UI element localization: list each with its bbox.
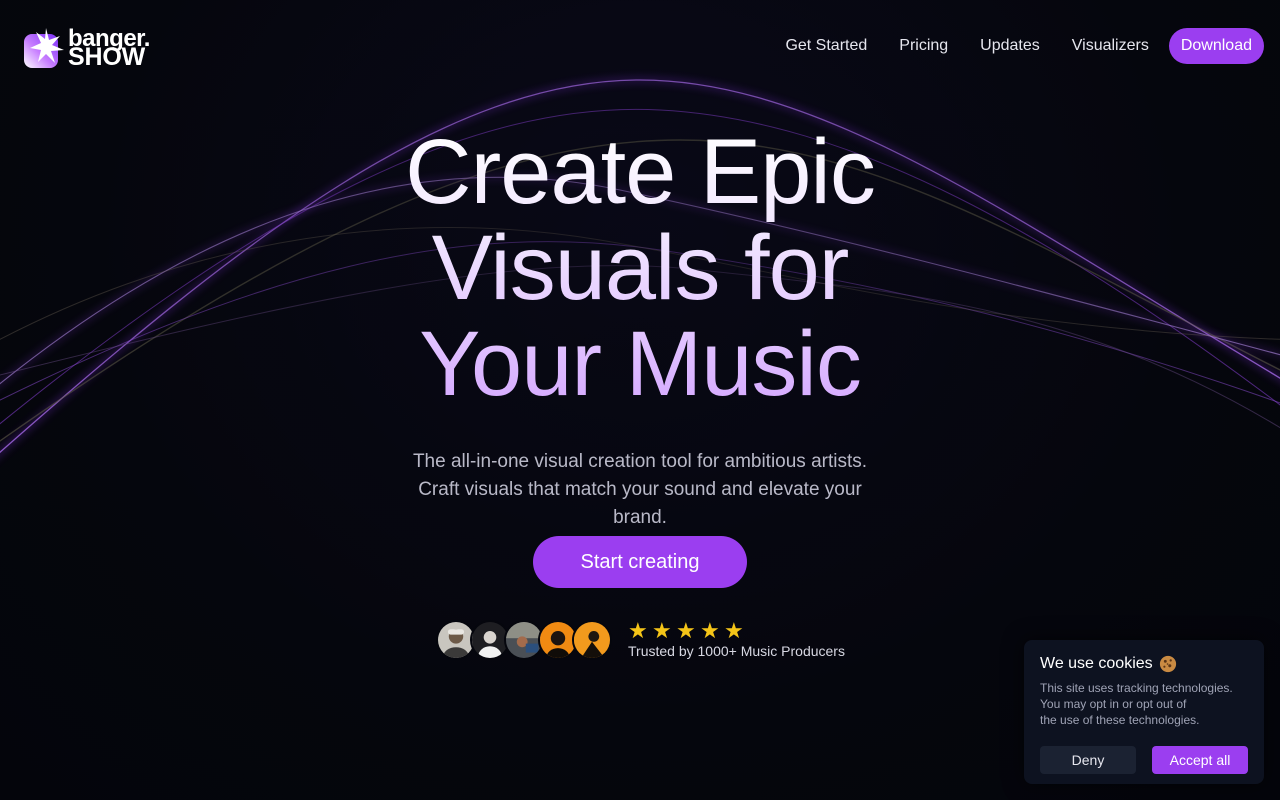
brand-logo[interactable]: banger. SHOW (24, 27, 150, 71)
cookie-icon (1159, 655, 1176, 673)
nav-get-started[interactable]: Get Started (785, 28, 867, 64)
download-button[interactable]: Download (1168, 28, 1264, 64)
hero-title: Create Epic Visuals for Your Music (0, 124, 1280, 412)
brand-name-bottom: SHOW (68, 43, 145, 71)
star-icon: ★ (676, 618, 696, 643)
cookie-banner: We use cookies This site uses tracking t… (1024, 640, 1264, 784)
star-icon: ★ (652, 618, 672, 643)
nav-visualizers[interactable]: Visualizers (1072, 28, 1149, 64)
rating-stars: ★ ★ ★ ★ ★ (628, 618, 845, 643)
avatar (572, 620, 612, 660)
top-navigation: Get Started Pricing Updates Visualizers … (785, 28, 1264, 64)
cookie-title-text: We use cookies (1040, 655, 1153, 672)
accept-all-button[interactable]: Accept all (1152, 746, 1248, 774)
cookie-description: This site uses tracking technologies. Yo… (1040, 680, 1248, 728)
star-icon: ★ (724, 618, 744, 643)
landing-page: banger. SHOW Get Started Pricing Updates… (0, 0, 1280, 800)
cookie-actions: Deny Accept all (1040, 746, 1248, 774)
cookie-text-line-1: This site uses tracking technologies. (1040, 681, 1233, 695)
social-proof: ★ ★ ★ ★ ★ Trusted by 1000+ Music Produce… (436, 620, 845, 660)
star-icon: ★ (700, 618, 720, 643)
start-creating-button[interactable]: Start creating (533, 536, 747, 588)
starburst-icon (24, 28, 64, 68)
cookie-title: We use cookies (1040, 655, 1248, 673)
rating: ★ ★ ★ ★ ★ Trusted by 1000+ Music Produce… (628, 618, 845, 660)
hero-title-line-1: Create Epic (405, 121, 875, 223)
nav-pricing[interactable]: Pricing (899, 28, 948, 64)
hero-title-line-3: Your Music (419, 313, 861, 415)
hero-title-line-2: Visuals for (431, 217, 849, 319)
cookie-text-line-3: the use of these technologies. (1040, 713, 1200, 727)
hero-subtitle: The all-in-one visual creation tool for … (412, 451, 868, 528)
cookie-text-line-2: You may opt in or opt out of (1040, 697, 1187, 711)
nav-updates[interactable]: Updates (980, 28, 1040, 64)
deny-button[interactable]: Deny (1040, 746, 1136, 774)
star-icon: ★ (628, 618, 648, 643)
trusted-by-text: Trusted by 1000+ Music Producers (628, 643, 845, 659)
producer-avatars (436, 620, 612, 660)
